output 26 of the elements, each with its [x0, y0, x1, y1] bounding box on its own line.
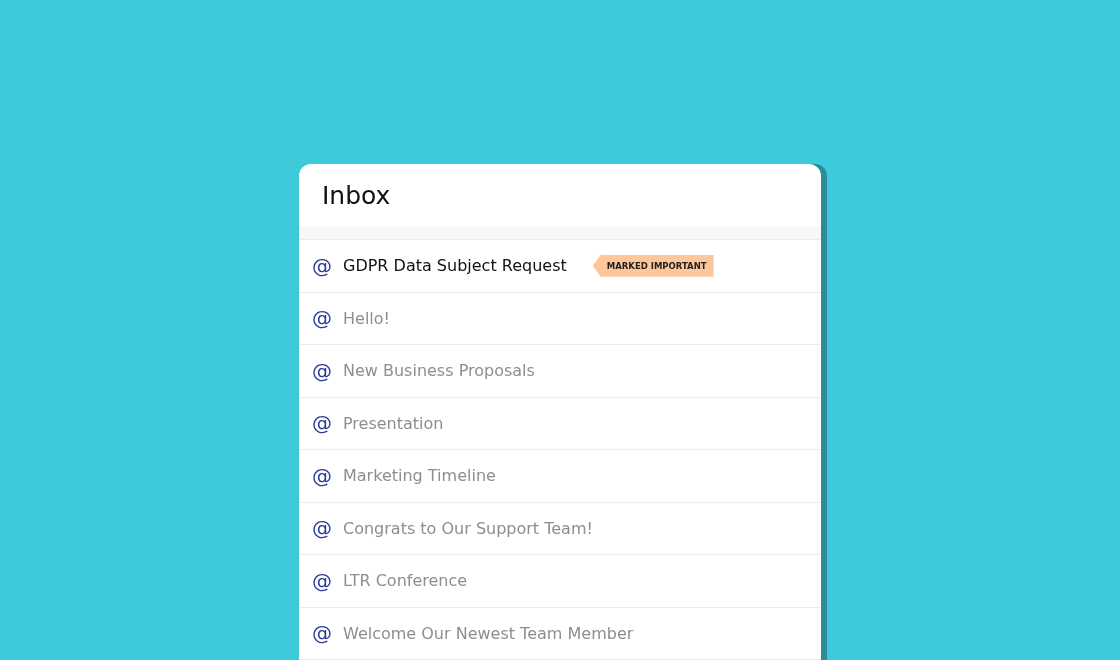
message-subject: Welcome Our Newest Team Member: [343, 623, 634, 643]
at-icon: @: [312, 463, 343, 488]
message-row[interactable]: @ Congrats to Our Support Team!: [299, 502, 821, 555]
message-subject: Congrats to Our Support Team!: [343, 518, 593, 538]
important-tag: MARKED IMPORTANT: [592, 254, 714, 277]
at-icon: @: [312, 306, 343, 331]
message-row[interactable]: @ Welcome Our Newest Team Member: [299, 607, 821, 660]
message-subject: Hello!: [343, 308, 390, 328]
message-subject: GDPR Data Subject Request: [343, 256, 567, 276]
message-subject: LTR Conference: [343, 571, 468, 591]
message-subject: New Business Proposals: [343, 361, 535, 381]
message-row[interactable]: @ GDPR Data Subject Request MARKED IMPORTANT: [299, 240, 821, 293]
message-row[interactable]: @ Marketing Timeline: [299, 450, 821, 503]
message-row[interactable]: @ Hello!: [299, 292, 821, 345]
inbox-title: Inbox: [322, 180, 391, 210]
message-row[interactable]: @ Presentation: [299, 397, 821, 450]
at-icon: @: [312, 358, 343, 383]
at-icon: @: [312, 411, 343, 436]
at-icon: @: [312, 621, 343, 646]
at-icon: @: [312, 568, 343, 593]
at-icon: @: [312, 253, 343, 278]
at-icon: @: [312, 516, 343, 541]
message-subject: Marketing Timeline: [343, 466, 496, 486]
message-subject: Presentation: [343, 413, 444, 433]
message-row[interactable]: @ New Business Proposals: [299, 345, 821, 398]
message-row[interactable]: @ LTR Conference: [299, 555, 821, 608]
